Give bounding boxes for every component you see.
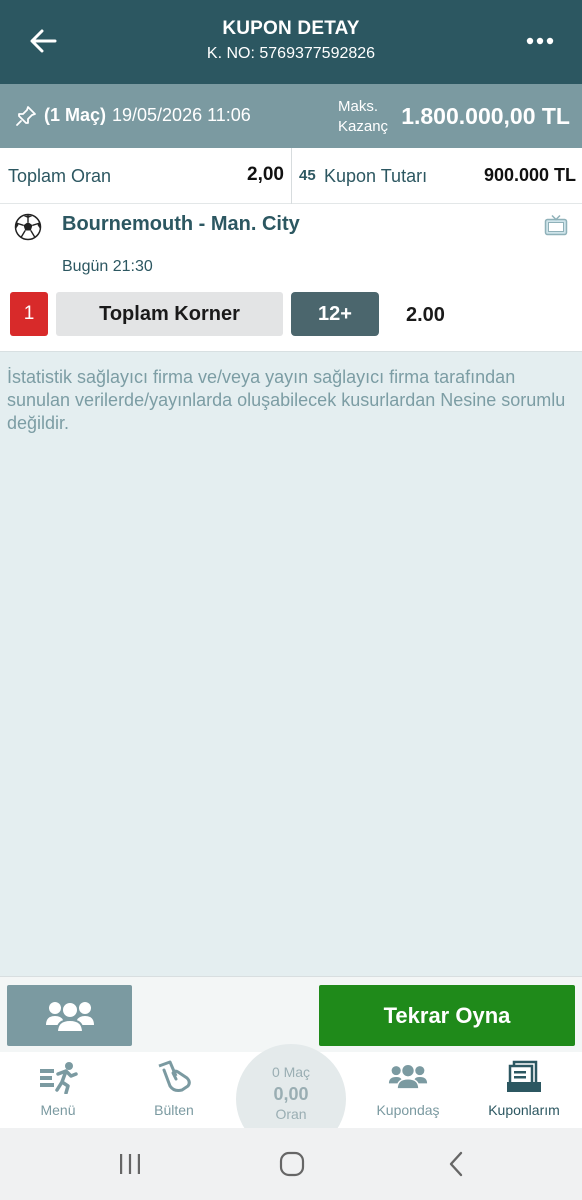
home-button[interactable] <box>272 1148 312 1180</box>
coupons-icon <box>507 1060 541 1092</box>
pin-icon <box>16 106 36 126</box>
match-card: Bournemouth - Man. City Bugün 21:30 1 To… <box>0 204 582 352</box>
multiplier-value: 45 <box>299 167 316 184</box>
mbs-badge: 1 <box>10 292 48 336</box>
divider <box>291 148 292 204</box>
coupon-amount-value: 900.000 TL <box>483 165 576 185</box>
users-group-icon <box>45 1000 94 1033</box>
soccer-ball-icon <box>14 213 42 241</box>
coupon-amount-label: Kupon Tutarı <box>324 166 428 186</box>
tab-menu[interactable]: Menü <box>0 1052 116 1128</box>
max-win-value: 1.800.000,00 TL <box>401 103 570 129</box>
play-again-button[interactable]: Tekrar Oyna <box>319 985 575 1046</box>
match-time: Bugün 21:30 <box>62 258 153 275</box>
total-odds-value: 2,00 <box>247 164 284 185</box>
total-odds-label: Toplam Oran <box>8 166 112 186</box>
ticket-hand-icon <box>158 1060 191 1092</box>
market-name: Toplam Korner <box>56 292 283 336</box>
match-count: (1 Maç) <box>44 105 107 125</box>
recent-apps-icon <box>120 1154 140 1174</box>
coupon-info-bar: (1 Maç) 19/05/2026 11:06 Maks. Kazanç 1.… <box>0 84 582 148</box>
share-kupondas-button[interactable] <box>7 985 132 1046</box>
max-win-label: Maks. Kazanç <box>338 98 389 135</box>
top-app-bar: KUPON DETAY K. NO: 5769377592826 <box>0 0 582 84</box>
selected-outcome: 12+ <box>291 292 379 336</box>
outcome-odd: 2.00 <box>406 304 445 326</box>
coupon-datetime: 19/05/2026 11:06 <box>112 105 251 125</box>
betslip-odds-value: 0,00 <box>273 1084 309 1104</box>
totals-row: Toplam Oran 2,00 45 Kupon Tutarı 900.000… <box>0 148 582 204</box>
home-icon <box>279 1151 305 1177</box>
tab-bulten[interactable]: Bülten <box>116 1052 232 1128</box>
chevron-left-icon <box>449 1151 463 1177</box>
system-nav-bar <box>0 1128 582 1200</box>
betslip-odds-label: Oran <box>275 1106 307 1122</box>
system-back-button[interactable] <box>436 1148 476 1180</box>
tv-icon[interactable] <box>544 214 568 236</box>
tab-kupondas[interactable]: Kupondaş <box>350 1052 466 1128</box>
menu-runner-icon <box>40 1062 78 1094</box>
coupon-number: K. NO: 5769377592826 <box>206 45 376 62</box>
tab-kuponlarim[interactable]: Kuponlarım <box>466 1052 582 1128</box>
users-group-icon <box>388 1063 428 1090</box>
recent-apps-button[interactable] <box>110 1148 150 1180</box>
disclaimer-text: İstatistik sağlayıcı firma ve/veya yayın… <box>7 367 566 433</box>
match-teams[interactable]: Bournemouth - Man. City <box>62 213 300 236</box>
page-title: KUPON DETAY <box>222 18 360 39</box>
betslip-match-count: 0 Maç <box>271 1064 311 1080</box>
more-dots-icon <box>526 37 554 45</box>
action-bar: Tekrar Oyna <box>0 976 582 1052</box>
more-options-button[interactable] <box>516 22 564 60</box>
